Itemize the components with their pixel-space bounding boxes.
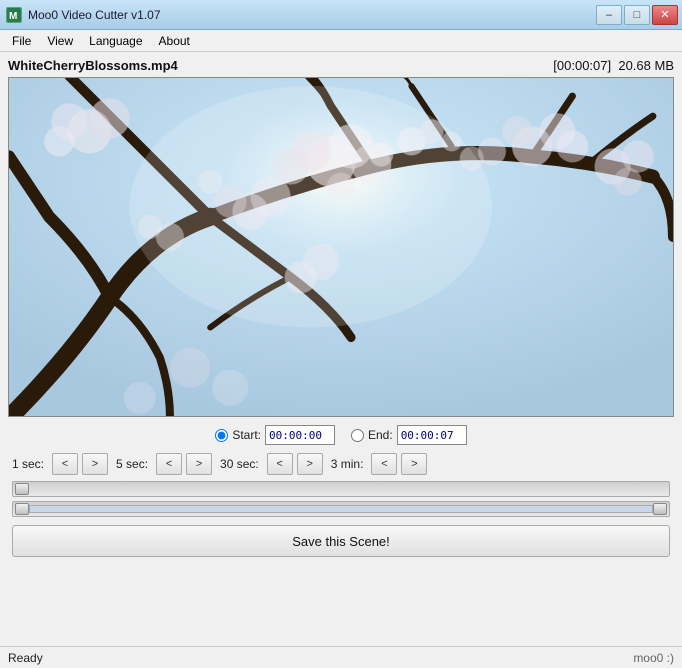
range-track[interactable] — [12, 501, 670, 517]
title-bar: M Moo0 Video Cutter v1.07 – □ ✕ — [0, 0, 682, 30]
start-radio[interactable] — [215, 429, 228, 442]
video-frame-svg — [9, 78, 673, 416]
maximize-button[interactable]: □ — [624, 5, 650, 25]
seek-5sec-back[interactable]: < — [156, 453, 182, 475]
end-radio[interactable] — [351, 429, 364, 442]
status-text: Ready — [8, 651, 43, 665]
seek-1sec-back[interactable]: < — [52, 453, 78, 475]
seek-controls: 1 sec: < > 5 sec: < > 30 sec: < > 3 min:… — [8, 453, 674, 475]
time-controls: Start: End: — [8, 425, 674, 445]
minimize-button[interactable]: – — [596, 5, 622, 25]
window-title: Moo0 Video Cutter v1.07 — [28, 8, 161, 22]
playhead-slider-row — [8, 481, 674, 497]
video-display[interactable] — [8, 77, 674, 417]
save-scene-button[interactable]: Save this Scene! — [12, 525, 670, 557]
status-bar: Ready moo0 :) — [0, 646, 682, 668]
save-button-row: Save this Scene! — [8, 521, 674, 561]
playhead-thumb[interactable] — [15, 483, 29, 495]
main-content: WhiteCherryBlossoms.mp4 [00:00:07] 20.68… — [0, 52, 682, 668]
seek-5sec-label: 5 sec: — [116, 457, 148, 471]
file-size: 20.68 MB — [618, 58, 674, 73]
seek-30sec-back[interactable]: < — [267, 453, 293, 475]
seek-1sec-label: 1 sec: — [12, 457, 44, 471]
seek-3min-label: 3 min: — [331, 457, 364, 471]
range-end-thumb[interactable] — [653, 503, 667, 515]
file-time: [00:00:07] — [553, 58, 611, 73]
end-group: End: — [351, 425, 467, 445]
start-time-input[interactable] — [265, 425, 335, 445]
svg-text:M: M — [9, 11, 17, 22]
seek-1sec-forward[interactable]: > — [82, 453, 108, 475]
menu-language[interactable]: Language — [81, 32, 150, 50]
end-time-input[interactable] — [397, 425, 467, 445]
window-controls: – □ ✕ — [596, 5, 678, 25]
range-fill — [29, 505, 653, 513]
file-info-bar: WhiteCherryBlossoms.mp4 [00:00:07] 20.68… — [8, 58, 674, 73]
app-icon: M — [6, 7, 22, 23]
close-button[interactable]: ✕ — [652, 5, 678, 25]
menu-file[interactable]: File — [4, 32, 39, 50]
seek-5sec-forward[interactable]: > — [186, 453, 212, 475]
range-start-thumb[interactable] — [15, 503, 29, 515]
seek-3min-forward[interactable]: > — [401, 453, 427, 475]
file-meta: [00:00:07] 20.68 MB — [553, 58, 674, 73]
range-slider-row — [8, 501, 674, 517]
start-label: Start: — [232, 428, 261, 442]
menu-about[interactable]: About — [151, 32, 198, 50]
playhead-track[interactable] — [12, 481, 670, 497]
file-name: WhiteCherryBlossoms.mp4 — [8, 58, 178, 73]
end-label: End: — [368, 428, 393, 442]
menu-view[interactable]: View — [39, 32, 81, 50]
seek-30sec-forward[interactable]: > — [297, 453, 323, 475]
start-group: Start: — [215, 425, 335, 445]
seek-3min-back[interactable]: < — [371, 453, 397, 475]
seek-30sec-label: 30 sec: — [220, 457, 259, 471]
brand-text: moo0 :) — [633, 651, 674, 665]
menu-bar: File View Language About — [0, 30, 682, 52]
